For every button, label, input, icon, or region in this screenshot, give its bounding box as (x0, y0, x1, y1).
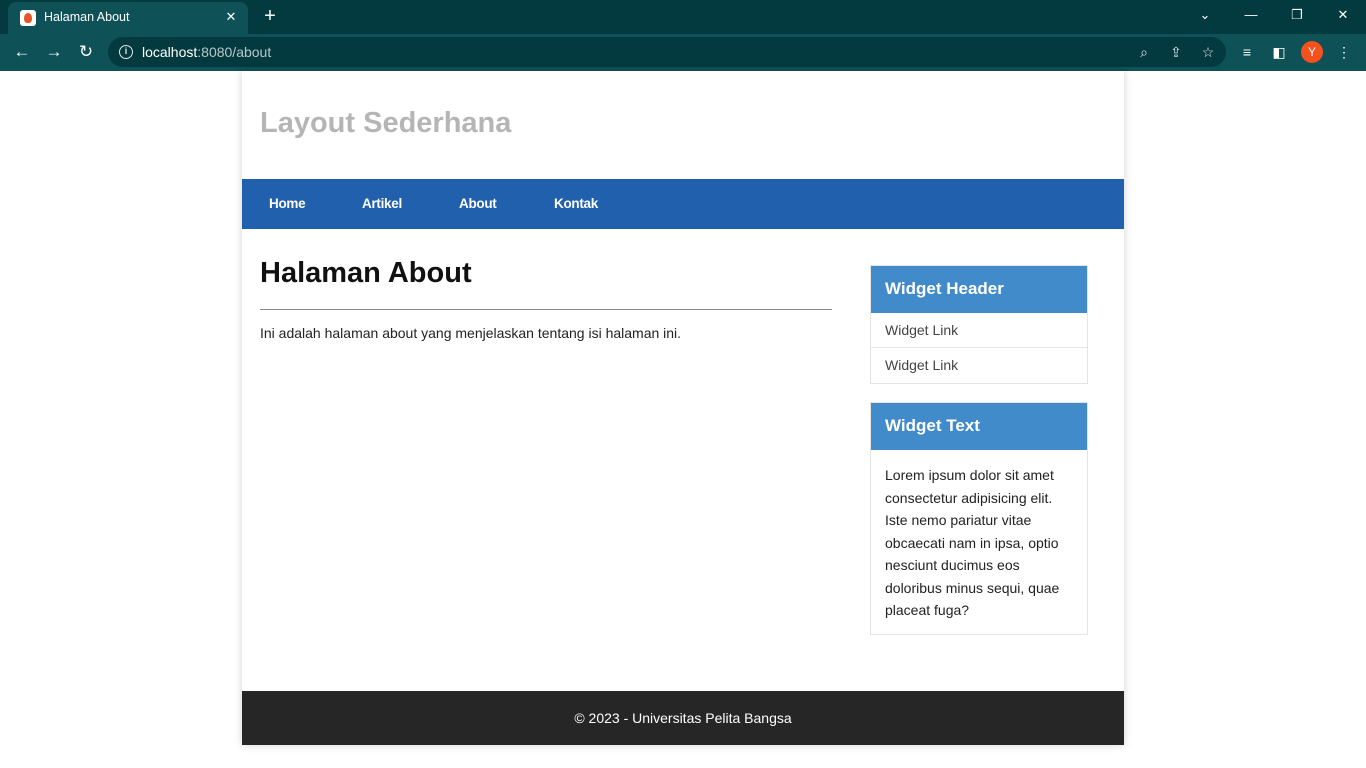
site-info-icon[interactable]: i (119, 45, 133, 59)
close-tab-icon[interactable]: ✕ (222, 8, 240, 26)
address-bar[interactable]: i localhost:8080/about ⌕ ⇪ ☆ (108, 37, 1226, 67)
media-control-icon[interactable]: ≡ (1236, 41, 1258, 63)
page-viewport: Layout Sederhana Home Artikel About Kont… (0, 71, 1366, 768)
browser-toolbar: ← → ↻ i localhost:8080/about ⌕ ⇪ ☆ ≡ ◧ Y… (0, 34, 1366, 71)
page-container: Layout Sederhana Home Artikel About Kont… (242, 71, 1124, 745)
side-panel-icon[interactable]: ◧ (1268, 41, 1290, 63)
nav-link-artikel[interactable]: Artikel (362, 179, 402, 229)
share-icon[interactable]: ⇪ (1166, 42, 1186, 62)
heading-divider (260, 309, 832, 310)
site-header: Layout Sederhana (242, 71, 1124, 179)
site-title: Layout Sederhana (260, 107, 512, 139)
nav-link-home[interactable]: Home (269, 179, 306, 229)
tab-title: Halaman About (44, 10, 130, 24)
profile-avatar[interactable]: Y (1301, 41, 1323, 63)
widget-header: Widget Header (871, 266, 1087, 313)
new-tab-icon[interactable]: + (258, 5, 282, 29)
menu-icon[interactable]: ⋮ (1333, 41, 1355, 63)
nav-link-about[interactable]: About (459, 179, 497, 229)
page-heading: Halaman About (260, 257, 472, 289)
widget-link[interactable]: Widget Link (871, 313, 1087, 348)
main-nav: Home Artikel About Kontak (242, 179, 1124, 229)
reload-icon[interactable]: ↻ (72, 38, 100, 66)
site-favicon-icon (20, 10, 36, 26)
zoom-icon[interactable]: ⌕ (1134, 42, 1154, 62)
nav-link-kontak[interactable]: Kontak (554, 179, 598, 229)
minimize-icon[interactable]: — (1237, 4, 1265, 26)
widget-links: Widget Header Widget Link Widget Link (870, 265, 1088, 384)
url-text[interactable]: localhost:8080/about (142, 44, 271, 60)
forward-icon[interactable]: → (40, 38, 68, 66)
widget-text-body: Lorem ipsum dolor sit amet consectetur a… (885, 467, 1060, 618)
restore-icon[interactable]: ❐ (1283, 4, 1311, 26)
browser-tab[interactable]: Halaman About ✕ (8, 2, 248, 34)
widget-text: Widget Text Lorem ipsum dolor sit amet c… (870, 402, 1088, 635)
close-window-icon[interactable]: ✕ (1329, 4, 1357, 26)
page-body-text: Ini adalah halaman about yang menjelaska… (260, 325, 682, 341)
widget-link[interactable]: Widget Link (871, 348, 1087, 383)
bookmark-star-icon[interactable]: ☆ (1198, 42, 1218, 62)
back-icon[interactable]: ← (8, 38, 36, 66)
browser-tab-strip: Halaman About ✕ + ⌄ — ❐ ✕ (0, 0, 1366, 34)
tab-search-icon[interactable]: ⌄ (1191, 4, 1219, 26)
site-footer: © 2023 - Universitas Pelita Bangsa (242, 691, 1124, 745)
widget-text-header: Widget Text (871, 403, 1087, 450)
